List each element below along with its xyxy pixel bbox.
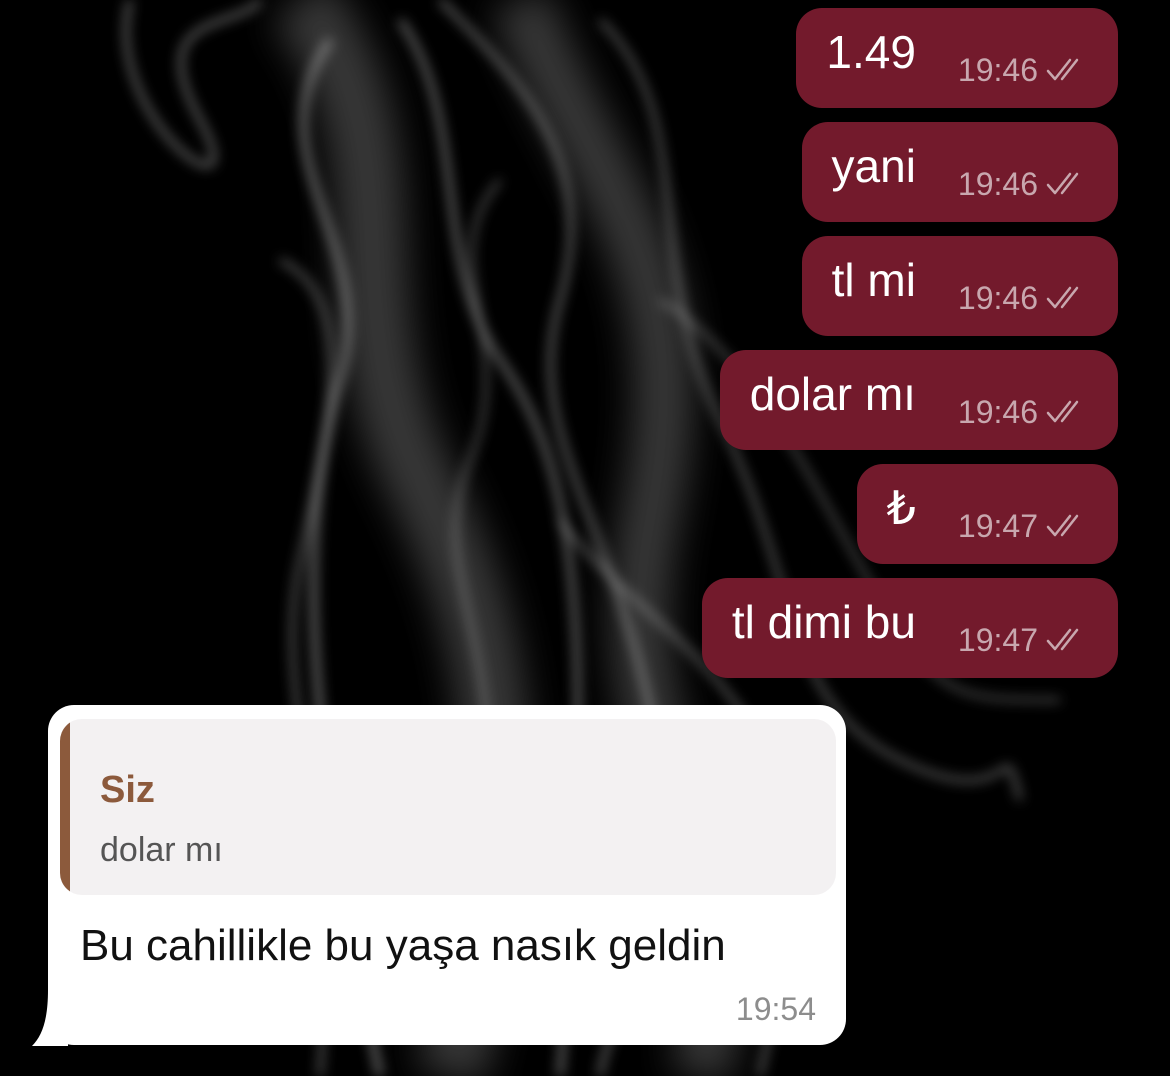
incoming-message[interactable]: Siz dolar mı Bu cahillikle bu yaşa nasık… bbox=[48, 705, 846, 1045]
message-text: yani bbox=[831, 140, 916, 192]
read-double-check-icon bbox=[1046, 58, 1079, 81]
message-text: Bu cahillikle bu yaşa nasık geldin bbox=[80, 921, 726, 970]
message-time: 19:46 bbox=[957, 51, 1038, 88]
message-time: 19:47 bbox=[957, 507, 1038, 544]
read-double-check-icon bbox=[1046, 514, 1079, 537]
read-double-check-icon bbox=[1046, 400, 1079, 423]
message-text: tl mi bbox=[831, 254, 916, 306]
message-time: 19:54 bbox=[735, 991, 816, 1027]
read-double-check-icon bbox=[1046, 172, 1079, 195]
reply-author: Siz bbox=[100, 769, 155, 811]
reply-accent-bar bbox=[60, 719, 70, 895]
message-time: 19:47 bbox=[957, 621, 1038, 658]
message-text: ₺ bbox=[886, 482, 916, 534]
reply-quote[interactable]: Siz dolar mı bbox=[60, 719, 836, 895]
message-time: 19:46 bbox=[957, 393, 1038, 430]
outgoing-message[interactable]: dolar mı 19:46 bbox=[719, 350, 1118, 450]
message-time: 19:46 bbox=[957, 279, 1038, 316]
message-text: 1.49 bbox=[826, 26, 916, 78]
read-double-check-icon bbox=[1046, 286, 1079, 309]
message-time: 19:46 bbox=[957, 165, 1038, 202]
message-text: dolar mı bbox=[749, 368, 916, 420]
outgoing-message[interactable]: tl mi 19:46 bbox=[801, 236, 1118, 336]
message-text: tl dimi bu bbox=[731, 596, 916, 648]
outgoing-message[interactable]: tl dimi bu 19:47 bbox=[701, 578, 1118, 678]
read-double-check-icon bbox=[1046, 628, 1079, 651]
outgoing-message[interactable]: 1.49 19:46 bbox=[796, 8, 1118, 108]
outgoing-message[interactable]: yani 19:46 bbox=[801, 122, 1118, 222]
outgoing-message[interactable]: ₺ 19:47 bbox=[856, 464, 1118, 564]
reply-text: dolar mı bbox=[100, 831, 223, 869]
